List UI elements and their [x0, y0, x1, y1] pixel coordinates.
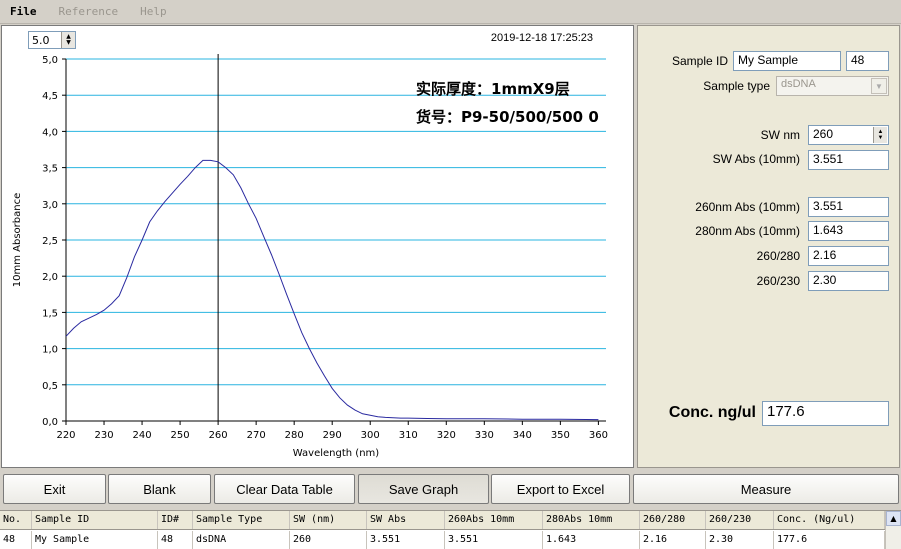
sample-type-value: dsDNA: [781, 78, 816, 90]
menu-file[interactable]: File: [6, 3, 41, 20]
table-cell: 2.30: [706, 531, 774, 549]
x-tick-label: 270: [247, 430, 266, 441]
table-cell: dsDNA: [193, 531, 290, 549]
y-tick-label: 5,0: [42, 55, 58, 66]
sample-id-label: Sample ID: [671, 54, 728, 68]
column-header[interactable]: Sample Type: [193, 511, 290, 529]
x-tick-label: 360: [589, 430, 608, 441]
concentration-label: Conc. ng/ul: [668, 404, 756, 421]
table-cell: 1.643: [543, 531, 640, 549]
ratio-260-280-label: 260/280: [756, 249, 800, 263]
x-tick-label: 330: [475, 430, 494, 441]
clear-data-table-button[interactable]: Clear Data Table: [214, 474, 355, 504]
sample-number-input[interactable]: 48: [846, 51, 889, 71]
x-tick-label: 310: [399, 430, 418, 441]
blank-button[interactable]: Blank: [108, 474, 211, 504]
abs280-field[interactable]: 1.643: [808, 221, 889, 241]
x-tick-label: 340: [513, 430, 532, 441]
abs260-label: 260nm Abs (10mm): [695, 200, 800, 214]
y-axis-label: 10mm Absorbance: [12, 193, 23, 287]
column-header[interactable]: SW Abs: [367, 511, 445, 529]
column-header[interactable]: Conc. (Ng/ul): [774, 511, 885, 529]
thickness-annotation: 实际厚度：1mmX9层: [416, 80, 570, 98]
y-tick-label: 4,0: [42, 127, 58, 138]
column-header[interactable]: Sample ID: [32, 511, 158, 529]
table-cell: 260: [290, 531, 367, 549]
y-tick-label: 3,5: [42, 164, 58, 175]
table-scrollbar[interactable]: ▲: [885, 511, 901, 549]
column-header[interactable]: No.: [0, 511, 32, 529]
y-tick-label: 0,5: [42, 381, 58, 392]
item-number-annotation: 货号：P9-50/500/500 0: [416, 108, 599, 126]
x-tick-label: 230: [94, 430, 113, 441]
results-panel: Sample ID My Sample 48 Sample type dsDNA…: [637, 25, 900, 468]
menu-help[interactable]: Help: [136, 3, 171, 20]
ratio-260-280-field[interactable]: 2.16: [808, 246, 889, 266]
sw-nm-label: SW nm: [760, 128, 800, 142]
table-cell: My Sample: [32, 531, 158, 549]
y-scale-spinner[interactable]: 5.0 ▲ ▼: [28, 31, 76, 49]
x-tick-label: 290: [323, 430, 342, 441]
y-tick-label: 4,5: [42, 91, 58, 102]
y-tick-label: 3,0: [42, 200, 58, 211]
x-tick-label: 240: [133, 430, 152, 441]
ratio-260-230-field[interactable]: 2.30: [808, 271, 889, 291]
y-tick-label: 2,0: [42, 272, 58, 283]
y-tick-label: 1,0: [42, 345, 58, 356]
table-cell: 2.16: [640, 531, 706, 549]
y-tick-label: 2,5: [42, 236, 58, 247]
column-header[interactable]: ID#: [158, 511, 193, 529]
table-cell: 3.551: [367, 531, 445, 549]
menu-bar: File Reference Help: [0, 0, 901, 24]
table-cell: 177.6: [774, 531, 885, 549]
spinner-arrows-icon[interactable]: ▲ ▼: [61, 32, 75, 48]
x-tick-label: 250: [171, 430, 190, 441]
menu-reference[interactable]: Reference: [55, 3, 123, 20]
y-tick-label: 0,0: [42, 417, 58, 428]
sw-abs-label: SW Abs (10mm): [712, 152, 800, 166]
sample-type-select[interactable]: dsDNA ▼: [776, 76, 889, 96]
sample-type-label: Sample type: [703, 79, 770, 93]
table-header-row: No. Sample ID ID# Sample Type SW (nm) SW…: [0, 511, 885, 530]
chart-panel: 0,0 0,5 1,0 1,5 2,0 2,5 3,0 3,5 4,0 4,5 5,0 220 230 2…: [1, 25, 634, 468]
column-header[interactable]: 280Abs 10mm: [543, 511, 640, 529]
save-graph-button[interactable]: Save Graph: [358, 474, 489, 504]
x-tick-label: 280: [285, 430, 304, 441]
x-tick-label: 260: [209, 430, 228, 441]
export-to-excel-button[interactable]: Export to Excel: [491, 474, 630, 504]
x-tick-label: 320: [437, 430, 456, 441]
scroll-up-icon[interactable]: ▲: [886, 511, 901, 526]
table-row[interactable]: 48 My Sample 48 dsDNA 260 3.551 3.551 1.…: [0, 531, 885, 549]
sample-id-input[interactable]: My Sample: [733, 51, 841, 71]
toolbar: Exit Blank Clear Data Table Save Graph E…: [0, 473, 901, 505]
column-header[interactable]: 260Abs 10mm: [445, 511, 543, 529]
column-header[interactable]: SW (nm): [290, 511, 367, 529]
absorbance-series-line: [65, 159, 599, 421]
table-cell: 3.551: [445, 531, 543, 549]
concentration-field[interactable]: 177.6: [762, 401, 889, 426]
measure-button[interactable]: Measure: [633, 474, 899, 504]
y-tick-label: 1,5: [42, 308, 58, 319]
data-table: No. Sample ID ID# Sample Type SW (nm) SW…: [0, 510, 901, 549]
sw-nm-value: 260: [813, 127, 834, 141]
x-tick-label: 220: [56, 430, 75, 441]
x-tick-label: 300: [361, 430, 380, 441]
column-header[interactable]: 260/230: [706, 511, 774, 529]
sw-nm-stepper[interactable]: 260 ▲ ▼: [808, 125, 889, 145]
ratio-260-230-label: 260/230: [756, 274, 800, 288]
table-cell: 48: [0, 531, 32, 549]
abs280-label: 280nm Abs (10mm): [695, 224, 800, 238]
timestamp: 2019-12-18 17:25:23: [490, 32, 593, 44]
column-header[interactable]: 260/280: [640, 511, 706, 529]
chevron-down-icon: ▼: [871, 78, 887, 94]
x-axis-label: Wavelength (nm): [293, 448, 379, 459]
abs260-field[interactable]: 3.551: [808, 197, 889, 217]
y-scale-value: 5.0: [32, 33, 50, 47]
x-tick-label: 350: [551, 430, 570, 441]
sw-abs-field[interactable]: 3.551: [808, 150, 889, 170]
spinner-arrows-icon[interactable]: ▲ ▼: [873, 127, 887, 143]
table-cell: 48: [158, 531, 193, 549]
exit-button[interactable]: Exit: [3, 474, 106, 504]
